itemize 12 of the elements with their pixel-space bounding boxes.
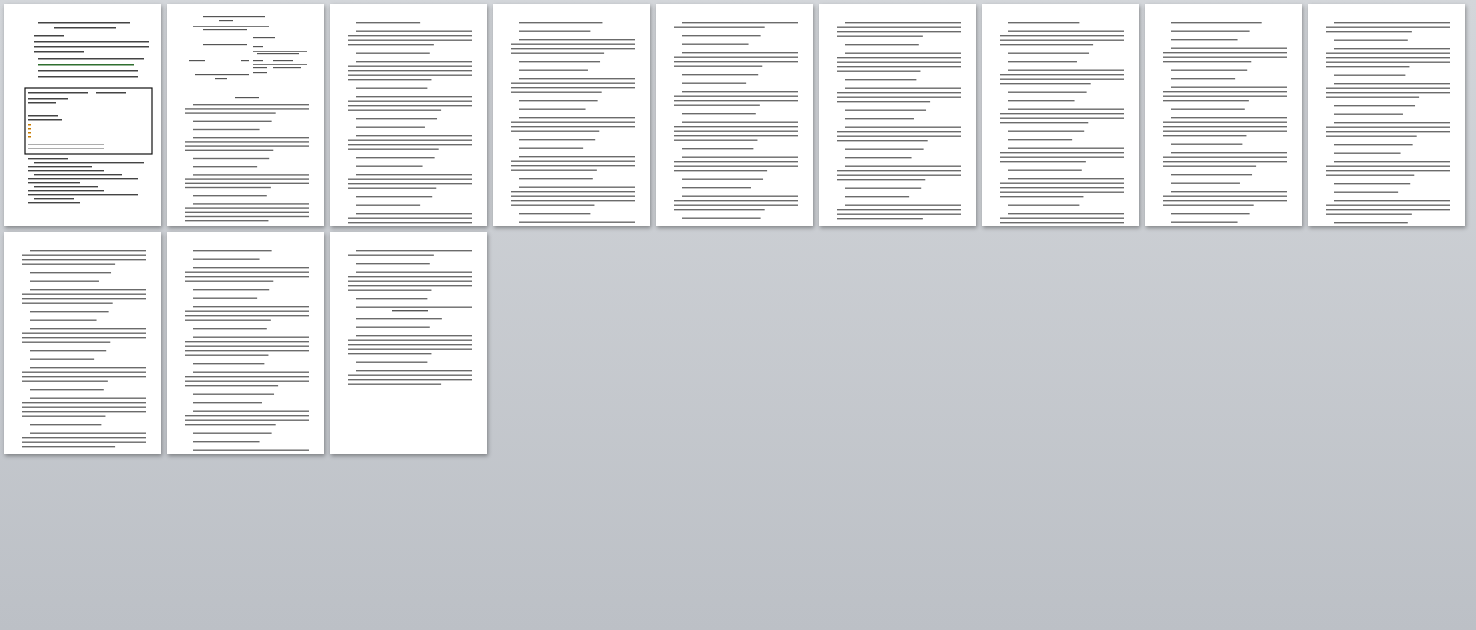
document-page[interactable] bbox=[330, 4, 487, 226]
document-page[interactable] bbox=[982, 4, 1139, 226]
document-page[interactable] bbox=[4, 232, 161, 454]
document-page[interactable] bbox=[167, 4, 324, 226]
document-page[interactable] bbox=[819, 4, 976, 226]
document-page[interactable] bbox=[656, 4, 813, 226]
document-page[interactable] bbox=[493, 4, 650, 226]
document-page[interactable] bbox=[167, 232, 324, 454]
document-page[interactable] bbox=[330, 232, 487, 454]
document-page[interactable] bbox=[4, 4, 161, 226]
document-page[interactable] bbox=[1308, 4, 1465, 226]
document-page[interactable] bbox=[1145, 4, 1302, 226]
